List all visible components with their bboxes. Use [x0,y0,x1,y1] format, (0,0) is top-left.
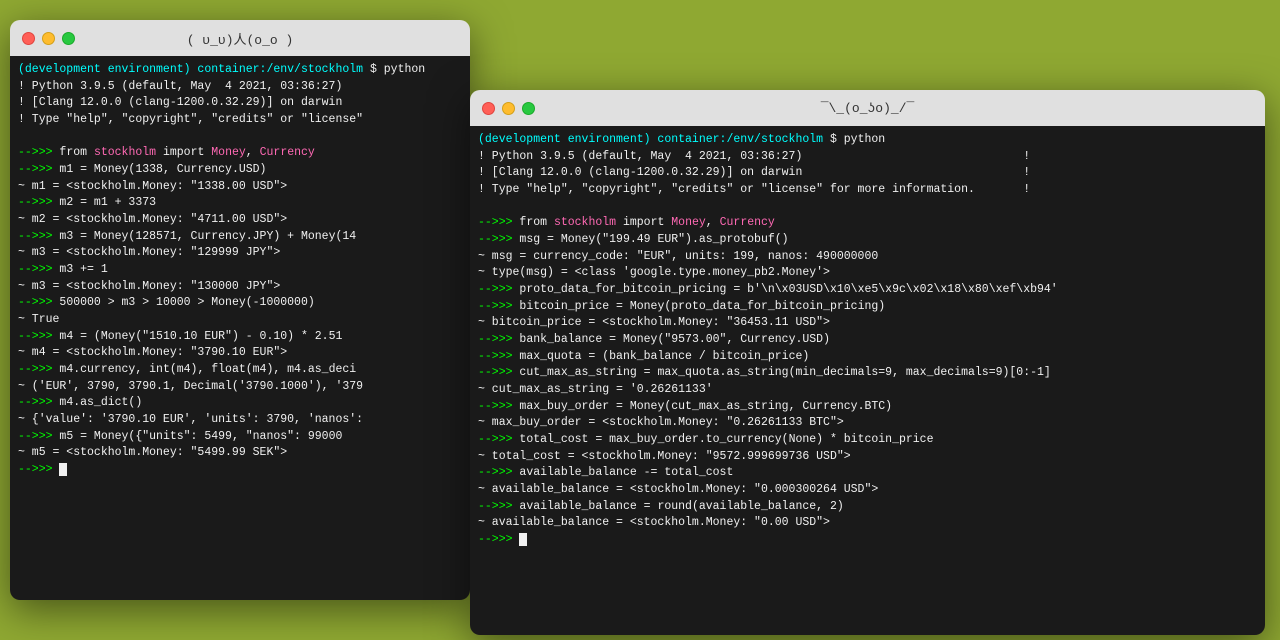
w2-line-9: -->>> max_quota = (bank_balance / bitcoi… [478,349,1257,366]
py2-header-3: ! Type "help", "copyright", "credits" or… [478,182,1257,199]
python-header-1: ! Python 3.9.5 (default, May 4 2021, 03:… [18,79,462,96]
w2-line-14: -->>> total_cost = max_buy_order.to_curr… [478,432,1257,449]
prompt-line-1: (development environment) container:/env… [18,62,462,79]
code-line-15: ~ ('EUR', 3790, 3790.1, Decimal('3790.10… [18,379,462,396]
maximize-button-2[interactable] [522,102,535,115]
blank-2 [478,199,1257,216]
code-line-20: -->>> [18,462,462,479]
minimize-button-1[interactable] [42,32,55,45]
w2-line-19: ~ available_balance = <stockholm.Money: … [478,515,1257,532]
w2-line-2: -->>> msg = Money("199.49 EUR").as_proto… [478,232,1257,249]
minimize-button-2[interactable] [502,102,515,115]
code-line-18: -->>> m5 = Money({"units": 5499, "nanos"… [18,429,462,446]
cursor-2 [519,533,527,546]
traffic-lights-1[interactable] [22,32,75,45]
blank-1 [18,129,462,146]
code-line-12: -->>> m4 = (Money("1510.10 EUR") - 0.10)… [18,329,462,346]
title-bar-1: ( υ_υ)人(ο_ο ) [10,20,470,56]
w2-line-13: ~ max_buy_order = <stockholm.Money: "0.2… [478,415,1257,432]
w2-line-17: ~ available_balance = <stockholm.Money: … [478,482,1257,499]
code-line-19: ~ m5 = <stockholm.Money: "5499.99 SEK"> [18,445,462,462]
code-line-9: ~ m3 = <stockholm.Money: "130000 JPY"> [18,279,462,296]
python-header-3: ! Type "help", "copyright", "credits" or… [18,112,462,129]
w2-line-4: ~ type(msg) = <class 'google.type.money_… [478,265,1257,282]
py2-header-2: ! [Clang 12.0.0 (clang-1200.0.32.29)] on… [478,165,1257,182]
w2-line-3: ~ msg = currency_code: "EUR", units: 199… [478,249,1257,266]
terminal-window-2[interactable]: ¯\_(ο_ʖο)_/¯ (development environment) c… [470,90,1265,635]
traffic-lights-2[interactable] [482,102,535,115]
close-button-2[interactable] [482,102,495,115]
code-line-13: ~ m4 = <stockholm.Money: "3790.10 EUR"> [18,345,462,362]
w2-line-18: -->>> available_balance = round(availabl… [478,499,1257,516]
w2-line-6: -->>> bitcoin_price = Money(proto_data_f… [478,299,1257,316]
code-line-14: -->>> m4.currency, int(m4), float(m4), m… [18,362,462,379]
code-line-16: -->>> m4.as_dict() [18,395,462,412]
code-line-3: ~ m1 = <stockholm.Money: "1338.00 USD"> [18,179,462,196]
code-line-2: -->>> m1 = Money(1338, Currency.USD) [18,162,462,179]
w2-line-10: -->>> cut_max_as_string = max_quota.as_s… [478,365,1257,382]
code-line-11: ~ True [18,312,462,329]
window-title-1: ( υ_υ)人(ο_ο ) [187,29,294,48]
code-line-17: ~ {'value': '3790.10 EUR', 'units': 3790… [18,412,462,429]
maximize-button-1[interactable] [62,32,75,45]
w2-line-5: -->>> proto_data_for_bitcoin_pricing = b… [478,282,1257,299]
prompt-line-2: (development environment) container:/env… [478,132,1257,149]
cursor-1 [59,463,67,476]
code-line-4: -->>> m2 = m1 + 3373 [18,195,462,212]
terminal-window-1[interactable]: ( υ_υ)人(ο_ο ) (development environment) … [10,20,470,600]
code-line-6: -->>> m3 = Money(128571, Currency.JPY) +… [18,229,462,246]
w2-line-11: ~ cut_max_as_string = '0.26261133' [478,382,1257,399]
w2-line-16: -->>> available_balance -= total_cost [478,465,1257,482]
code-line-5: ~ m2 = <stockholm.Money: "4711.00 USD"> [18,212,462,229]
terminal-body-1: (development environment) container:/env… [10,56,470,600]
code-line-10: -->>> 500000 > m3 > 10000 > Money(-10000… [18,295,462,312]
w2-line-15: ~ total_cost = <stockholm.Money: "9572.9… [478,449,1257,466]
title-bar-2: ¯\_(ο_ʖο)_/¯ [470,90,1265,126]
w2-line-1: -->>> from stockholm import Money, Curre… [478,215,1257,232]
python-header-2: ! [Clang 12.0.0 (clang-1200.0.32.29)] on… [18,95,462,112]
terminal-body-2: (development environment) container:/env… [470,126,1265,635]
code-line-1: -->>> from stockholm import Money, Curre… [18,145,462,162]
w2-line-8: -->>> bank_balance = Money("9573.00", Cu… [478,332,1257,349]
close-button-1[interactable] [22,32,35,45]
w2-line-12: -->>> max_buy_order = Money(cut_max_as_s… [478,399,1257,416]
w2-line-7: ~ bitcoin_price = <stockholm.Money: "364… [478,315,1257,332]
py2-header-1: ! Python 3.9.5 (default, May 4 2021, 03:… [478,149,1257,166]
window-title-2: ¯\_(ο_ʖο)_/¯ [821,101,915,116]
code-line-7: ~ m3 = <stockholm.Money: "129999 JPY"> [18,245,462,262]
code-line-8: -->>> m3 += 1 [18,262,462,279]
w2-line-20: -->>> [478,532,1257,549]
